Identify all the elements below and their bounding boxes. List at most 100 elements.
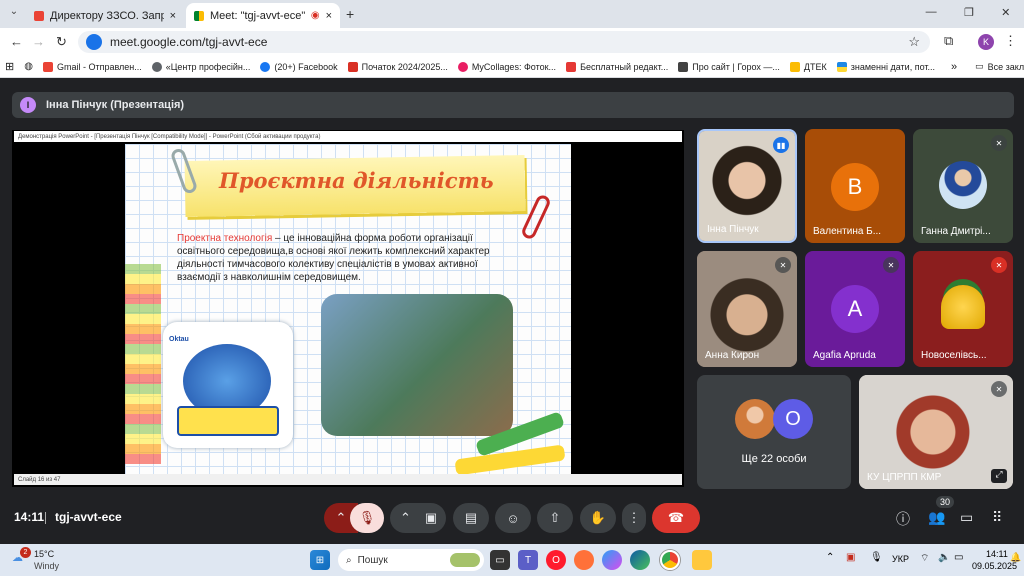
battery-icon[interactable]: ▭ — [954, 552, 963, 563]
present-button[interactable]: ⇧ — [537, 503, 573, 533]
wifi-icon[interactable]: ⌔ — [920, 552, 929, 565]
globe-icon[interactable]: ◍ — [19, 61, 38, 72]
bookmark-facebook[interactable]: (20+) Facebook — [255, 61, 342, 72]
tab-search-button[interactable]: ⌄ — [6, 6, 22, 22]
ppt-titlebar: Демонстрація PowerPoint - [Презентація П… — [14, 131, 682, 142]
maximize-icon[interactable]: ❐ — [964, 6, 974, 19]
activities-icon[interactable]: ⠿ — [992, 509, 1002, 526]
search-icon: ⌕ — [346, 554, 352, 566]
site-icon — [789, 61, 800, 72]
slide-term: Проектна технологія — [177, 233, 273, 244]
bookmark-centr[interactable]: «Центр професійн... — [147, 61, 256, 72]
info-icon[interactable]: ⓘ — [896, 509, 910, 529]
bookmark-pochatok[interactable]: Початок 2024/2025... — [343, 61, 453, 72]
participant-name: Анна Кирон — [705, 350, 760, 361]
ppt-title: Демонстрація PowerPoint - [Презентація П… — [18, 133, 321, 140]
flag-icon — [836, 61, 847, 72]
microphone-icon[interactable]: 🎙 — [870, 552, 883, 563]
weather-temp: 15°C — [34, 549, 55, 559]
captions-button[interactable]: ▤ — [453, 503, 489, 533]
all-bookmarks[interactable]: ▭Все закладки — [970, 61, 1024, 72]
slide-text: Проектна технологія – це інноваційна фор… — [177, 232, 507, 284]
back-icon[interactable]: ← — [10, 34, 23, 49]
more-options-button[interactable]: ⋮ — [622, 503, 646, 533]
participant-avatar: B — [831, 163, 879, 211]
chat-icon[interactable]: ▭ — [960, 509, 973, 526]
tab-meet[interactable]: Meet: "tgj-avvt-ece" ◉ × — [186, 3, 340, 28]
bookmark-label: знаменні дати, пот... — [850, 61, 936, 72]
more-vert-icon: ⋮ — [627, 510, 641, 525]
notification-bell-icon[interactable]: 🔔 — [1010, 552, 1021, 563]
teams-icon[interactable]: T — [518, 550, 538, 570]
bookmark-label: Початок 2024/2025... — [361, 61, 448, 72]
camera-icon[interactable]: ▣ — [425, 510, 437, 526]
bookmark-gmail[interactable]: Gmail - Отправлен... — [38, 61, 147, 72]
book-icon — [177, 406, 279, 436]
meet-icon — [194, 10, 204, 21]
volume-icon[interactable]: 🔈 — [938, 552, 950, 563]
bookmark-star-icon[interactable]: ☆ — [908, 34, 920, 50]
participant-tile-valentyna[interactable]: B Валентина Б... — [805, 129, 905, 243]
ppt-statusbar: Слайд 16 из 47 — [14, 474, 682, 485]
edge-icon[interactable] — [630, 550, 650, 570]
bookmark-editor[interactable]: Бесплатный редакт... — [561, 61, 673, 72]
extensions-icon[interactable]: ⧉ — [944, 33, 953, 49]
opera-icon[interactable]: O — [546, 550, 566, 570]
participant-name: Інна Пінчук — [707, 224, 759, 235]
mic-toggle-button[interactable]: 🎙 — [350, 503, 384, 533]
tab-director[interactable]: Директору ЗЗСО. Запрошення × — [26, 3, 184, 28]
address-bar[interactable]: meet.google.com/tgj-avvt-ece ☆ — [78, 31, 930, 53]
logo-text: Oktau — [169, 336, 189, 343]
bookmark-mycollages[interactable]: MyCollages: Фоток... — [453, 61, 561, 72]
meeting-time: 14:11 — [14, 510, 45, 524]
site-icon — [566, 61, 577, 72]
taskbar-search[interactable]: ⌕ Пошук — [338, 549, 484, 571]
minimize-icon[interactable]: — — [926, 6, 937, 19]
language-indicator[interactable]: УКР — [892, 554, 909, 564]
participant-tile-hanna[interactable]: ✕ Ганна Дмитрі... — [913, 129, 1013, 243]
apps-icon[interactable]: ⊞ — [0, 60, 19, 73]
participant-tile-agafia[interactable]: A ✕ Agafia Apruda — [805, 251, 905, 367]
close-window-icon[interactable]: ✕ — [1001, 6, 1010, 19]
participant-tile-novoselivska[interactable]: ✕ Новоселівсь... — [913, 251, 1013, 367]
participant-tile-anna[interactable]: ✕ Анна Кирон — [697, 251, 797, 367]
bookmark-dates[interactable]: знаменні дати, пот... — [832, 61, 940, 72]
mic-off-icon: ✕ — [775, 257, 791, 273]
firefox-icon[interactable] — [574, 550, 594, 570]
copilot-icon[interactable] — [602, 550, 622, 570]
file-explorer-icon[interactable] — [692, 550, 712, 570]
tab-close-icon[interactable]: × — [326, 10, 332, 22]
forward-icon[interactable]: → — [32, 34, 45, 49]
camera-options-button[interactable]: ⌃ ▣ — [390, 503, 446, 533]
tab-close-icon[interactable]: × — [170, 10, 176, 22]
participant-name: Agafia Apruda — [813, 350, 876, 361]
presentation-slide: Проєктна діяльність Проектна технологія … — [125, 144, 571, 474]
more-participants-tile[interactable]: O Ще 22 особи — [697, 375, 851, 489]
participant-tile-inna[interactable]: ▮▮ Інна Пінчук — [697, 129, 797, 243]
gmail-icon — [34, 10, 44, 21]
pin-icon[interactable]: ⤢ — [991, 469, 1007, 483]
bookmark-label: ДТЕК — [803, 61, 827, 72]
leave-call-button[interactable]: ☎ — [652, 503, 700, 533]
tray-overflow-icon[interactable]: ⌃ — [826, 552, 834, 563]
profile-avatar[interactable]: K — [978, 34, 994, 50]
new-tab-button[interactable]: + — [346, 6, 354, 22]
menu-icon[interactable]: ⋮ — [1004, 33, 1017, 49]
bookmark-gorokh[interactable]: Про сайт | Горох —... — [673, 61, 785, 72]
tab-title: Meet: "tgj-avvt-ece" — [210, 9, 305, 22]
participant-tile-ku[interactable]: ✕ ⤢ КУ ЦПРПП КМР — [859, 375, 1013, 489]
bookmark-dtek[interactable]: ДТЕК — [785, 61, 832, 72]
chrome-icon[interactable] — [660, 550, 680, 570]
reload-icon[interactable]: ↻ — [56, 34, 67, 50]
raise-hand-button[interactable]: ✋ — [580, 503, 616, 533]
bookmarks-more-button[interactable]: » — [946, 61, 962, 73]
start-icon[interactable]: ⊞ — [310, 550, 330, 570]
task-view-icon[interactable]: ▭ — [490, 550, 510, 570]
people-icon[interactable]: 👥 — [928, 509, 945, 526]
site-info-icon[interactable] — [86, 34, 102, 50]
participant-count-badge: 30 — [936, 496, 955, 508]
clock-time[interactable]: 14:11 — [986, 549, 1008, 559]
participant-name: Новоселівсь... — [921, 350, 987, 361]
tray-app-icon[interactable]: ▣ — [846, 552, 855, 563]
reactions-button[interactable]: ☺ — [495, 503, 531, 533]
